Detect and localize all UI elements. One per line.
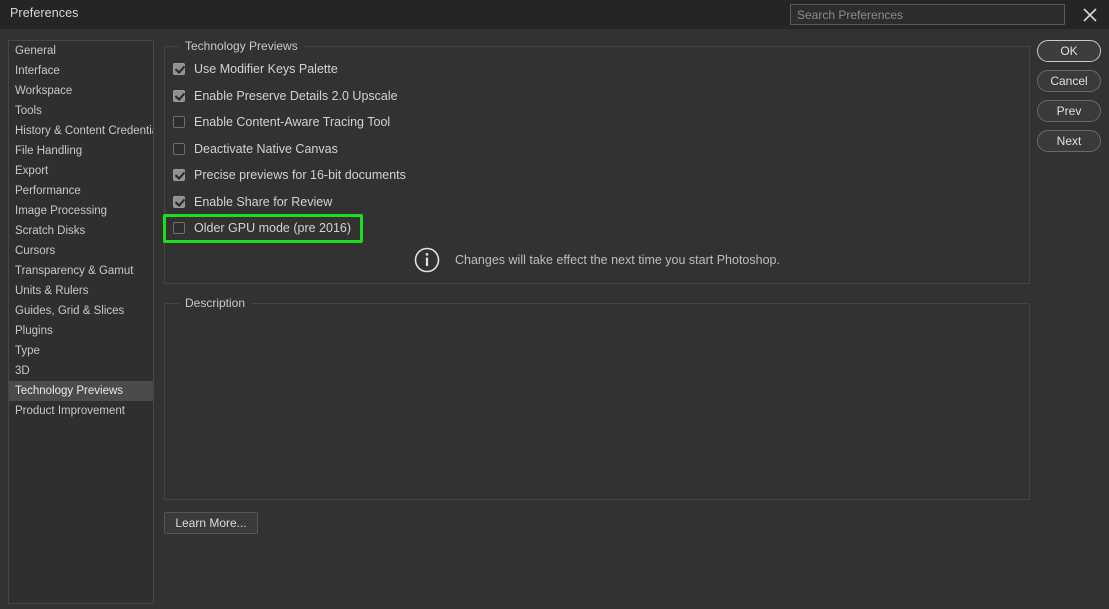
checkbox-unchecked-icon[interactable] (173, 116, 185, 128)
sidebar-item-cursors[interactable]: Cursors (9, 241, 153, 261)
checkbox-label: Precise previews for 16-bit documents (194, 168, 406, 182)
prev-button[interactable]: Prev (1037, 100, 1101, 122)
restart-note: Changes will take effect the next time y… (414, 247, 780, 273)
checkbox-row-deactivate-native-canvas[interactable]: Deactivate Native Canvas (173, 138, 338, 160)
sidebar-item-guides-grid-slices[interactable]: Guides, Grid & Slices (9, 301, 153, 321)
sidebar-item-label: Plugins (15, 325, 53, 337)
sidebar-item-image-processing[interactable]: Image Processing (9, 201, 153, 221)
page-title: Preferences (10, 6, 79, 20)
sidebar-item-label: Scratch Disks (15, 225, 86, 237)
sidebar-item-label: Workspace (15, 85, 73, 97)
preferences-dialog: Preferences General Interface Workspace Too… (0, 0, 1109, 609)
sidebar-item-label: General (15, 45, 56, 57)
sidebar-item-units-rulers[interactable]: Units & Rulers (9, 281, 153, 301)
sidebar-item-type[interactable]: Type (9, 341, 153, 361)
sidebar-item-label: File Handling (15, 145, 83, 157)
checkbox-unchecked-icon[interactable] (173, 142, 185, 155)
sidebar-item-general[interactable]: General (9, 41, 153, 61)
sidebar-item-label: History & Content Credentials (15, 125, 154, 137)
cancel-button[interactable]: Cancel (1037, 70, 1101, 92)
sidebar-item-technology-previews[interactable]: Technology Previews (9, 381, 153, 401)
checkbox-row-use-modifier-keys-palette[interactable]: Use Modifier Keys Palette (173, 58, 338, 80)
checkbox-label: Enable Content-Aware Tracing Tool (194, 115, 391, 129)
checkbox-checked-icon[interactable] (173, 63, 185, 75)
checkbox-label: Older GPU mode (pre 2016) (194, 221, 352, 235)
sidebar-item-label: Export (15, 165, 49, 177)
info-icon (414, 247, 440, 273)
sidebar-item-label: Cursors (15, 245, 56, 257)
checkbox-checked-icon[interactable] (173, 89, 185, 102)
sidebar-item-tools[interactable]: Tools (9, 101, 153, 121)
sidebar-item-export[interactable]: Export (9, 161, 153, 181)
sidebar-item-label: Interface (15, 65, 60, 77)
sidebar-item-file-handling[interactable]: File Handling (9, 141, 153, 161)
dialog-button-column: OK Cancel Prev Next (1037, 40, 1101, 160)
sidebar-item-workspace[interactable]: Workspace (9, 81, 153, 101)
sidebar-item-label: Product Improvement (15, 405, 125, 417)
sidebar-item-label: Units & Rulers (15, 285, 89, 297)
checkbox-label: Enable Share for Review (194, 194, 333, 209)
sidebar-item-label: Transparency & Gamut (15, 265, 134, 277)
checkbox-label: Deactivate Native Canvas (194, 141, 338, 156)
description-group: Description (164, 296, 1030, 500)
sidebar-item-label: Technology Previews (15, 385, 124, 397)
group-title-description: Description (179, 296, 252, 310)
sidebar-item-3d[interactable]: 3D (9, 361, 153, 381)
ok-button[interactable]: OK (1037, 40, 1101, 62)
preferences-category-list[interactable]: General Interface Workspace Tools History & … (8, 40, 154, 604)
sidebar-item-label: 3D (15, 365, 30, 377)
next-button[interactable]: Next (1037, 130, 1101, 152)
search-preferences-field[interactable] (790, 4, 1065, 25)
restart-note-text: Changes will take effect the next time y… (455, 253, 780, 267)
title-bar: Preferences (0, 0, 1109, 29)
sidebar-item-label: Tools (15, 105, 42, 117)
checkbox-row-enable-content-aware-tracing-tool[interactable]: Enable Content-Aware Tracing Tool (173, 111, 390, 133)
checkbox-label: Use Modifier Keys Palette (194, 62, 338, 76)
sidebar-item-transparency-gamut[interactable]: Transparency & Gamut (9, 261, 153, 281)
checkbox-row-enable-share-for-review[interactable]: Enable Share for Review (173, 191, 332, 213)
close-icon[interactable] (1078, 3, 1102, 27)
sidebar-item-plugins[interactable]: Plugins (9, 321, 153, 341)
sidebar-item-interface[interactable]: Interface (9, 61, 153, 81)
sidebar-item-label: Type (15, 345, 40, 357)
sidebar-item-history-content-credentials[interactable]: History & Content Credentials (9, 121, 153, 141)
group-title-technology-previews: Technology Previews (179, 39, 304, 53)
sidebar-item-scratch-disks[interactable]: Scratch Disks (9, 221, 153, 241)
checkbox-checked-icon[interactable] (173, 195, 185, 208)
checkbox-label: Enable Preserve Details 2.0 Upscale (194, 88, 398, 103)
sidebar-item-label: Performance (15, 185, 81, 197)
search-input[interactable] (791, 5, 1064, 24)
checkbox-checked-icon[interactable] (173, 169, 185, 181)
sidebar-item-performance[interactable]: Performance (9, 181, 153, 201)
checkbox-row-enable-preserve-details-2-0-upscale[interactable]: Enable Preserve Details 2.0 Upscale (173, 85, 398, 107)
technology-previews-group: Technology Previews Use Modifier Keys Pa… (164, 39, 1030, 284)
checkbox-unchecked-icon[interactable] (173, 222, 185, 234)
learn-more-button[interactable]: Learn More... (164, 512, 258, 534)
sidebar-item-label: Guides, Grid & Slices (15, 305, 125, 317)
checkbox-row-older-gpu-mode-pre-2016[interactable]: Older GPU mode (pre 2016) (173, 217, 351, 239)
checkbox-row-precise-previews-for-16-bit-documents[interactable]: Precise previews for 16-bit documents (173, 164, 406, 186)
sidebar-item-label: Image Processing (15, 205, 108, 217)
sidebar-item-product-improvement[interactable]: Product Improvement (9, 401, 153, 421)
